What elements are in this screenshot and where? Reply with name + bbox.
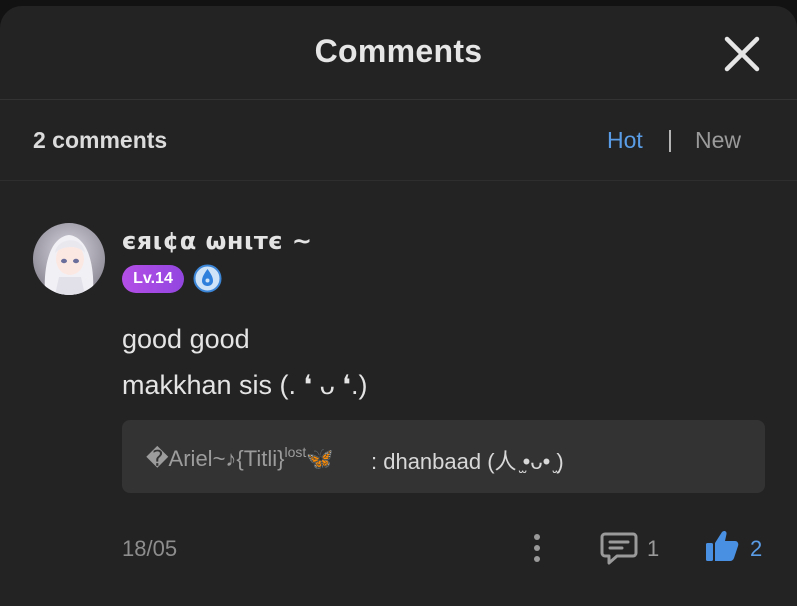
avatar[interactable]	[33, 223, 105, 295]
page-title: Comments	[314, 33, 483, 69]
comment-author[interactable]: єяι¢α ωнιтє ~	[122, 227, 312, 255]
comment-text-line: makkhan sis (. ❛ ᴗ ❛.)	[122, 370, 368, 400]
close-button[interactable]	[720, 32, 764, 76]
more-vertical-icon	[534, 534, 540, 562]
pen-badge-icon	[193, 264, 222, 293]
reply-count: 1	[647, 536, 660, 561]
comment-text-line: good good	[122, 324, 250, 354]
sort-hot-tab[interactable]: Hot	[607, 127, 643, 154]
like-count: 2	[750, 536, 763, 561]
level-badge: Lv.14	[122, 265, 184, 293]
reply-button[interactable]	[599, 527, 639, 567]
comment-date: 18/05	[122, 536, 178, 561]
more-options-button[interactable]	[527, 530, 547, 566]
comment-bubble-icon	[600, 532, 638, 565]
comments-sheet: Comments 2 comments Hot | New єяι¢α ωнιт…	[0, 6, 797, 606]
reply-author-sup: lost	[284, 444, 307, 460]
reply-text: : dhanbaad (人 ̫•ᴗ• ̫)	[371, 449, 564, 474]
reply-author: �Ariel~♪{Titli}lost🦋	[146, 444, 334, 472]
sort-new-tab[interactable]: New	[695, 127, 741, 154]
reply-author-name: �Ariel~♪{Titli}	[146, 446, 285, 471]
avatar-image	[33, 223, 105, 295]
like-button[interactable]	[704, 528, 740, 564]
reply-preview[interactable]: �Ariel~♪{Titli}lost🦋 : dhanbaad (人 ̫•ᴗ• …	[122, 420, 765, 493]
comments-toolbar: 2 comments Hot | New	[0, 100, 797, 181]
butterfly-icon: 🦋	[306, 446, 334, 471]
sheet-header: Comments	[0, 6, 797, 100]
sort-separator: |	[667, 126, 673, 152]
close-icon	[724, 36, 760, 72]
comment-count-label: 2 comments	[33, 127, 168, 153]
thumbs-up-icon	[706, 530, 739, 561]
